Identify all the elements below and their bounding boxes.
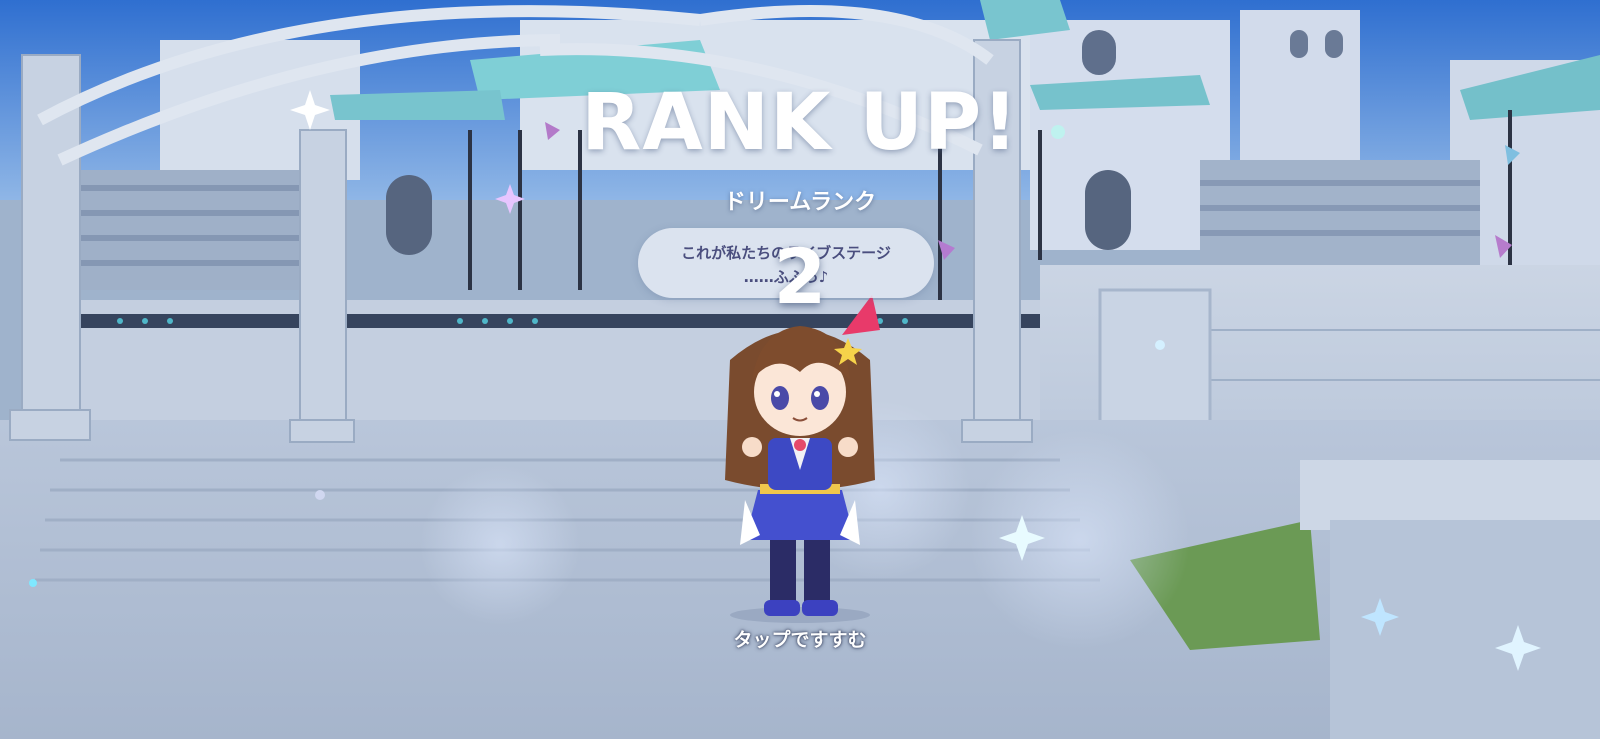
rank-number: 2 <box>773 232 827 321</box>
stone-pedestal-top <box>1300 460 1600 530</box>
dream-rank-label: ドリームランク <box>723 190 877 215</box>
tap-to-continue-prompt[interactable]: タップですすむ <box>0 625 1600 652</box>
rank-up-title: RANK UP! <box>581 78 1019 168</box>
